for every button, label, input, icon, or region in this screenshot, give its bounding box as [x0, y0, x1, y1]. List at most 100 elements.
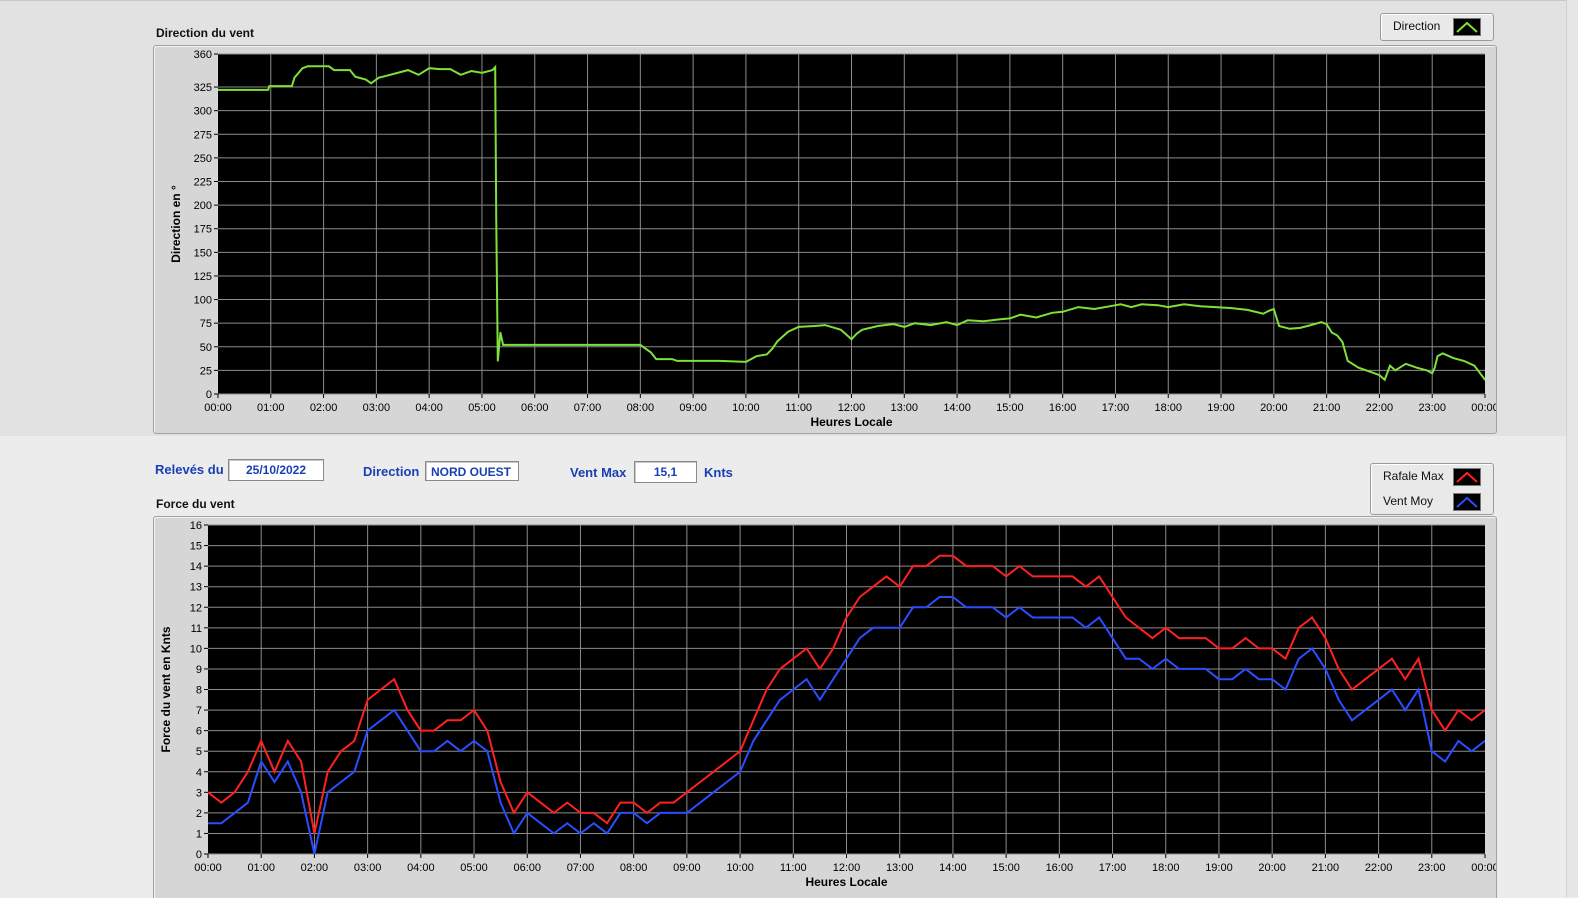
frc-xtick-label-9: 09:00: [673, 862, 701, 874]
frc-point-rafale-max-7: [300, 760, 302, 763]
frc-point-rafale-max-83: [1311, 616, 1313, 619]
frc-point-rafale-max-63: [1045, 575, 1047, 578]
frc-point-vent-moy-13: [380, 719, 382, 722]
dir-point-direction-56: [914, 322, 916, 325]
frc-point-rafale-max-58: [978, 565, 981, 567]
frc-point-vent-moy-80: [1271, 678, 1273, 680]
date-field[interactable]: 25/10/2022: [228, 459, 324, 481]
dir-point-direction-76: [1183, 303, 1185, 306]
dir-xtick-label-19: 19:00: [1207, 402, 1235, 414]
dir-point-direction-46: [797, 326, 800, 328]
frc-point-vent-moy-77: [1231, 678, 1234, 680]
frc-point-vent-moy-94: [1457, 740, 1460, 742]
dir-point-direction-95: [1368, 370, 1370, 373]
dir-point-direction-49: [840, 329, 842, 331]
frc-point-rafale-max-85: [1337, 668, 1340, 670]
direction-y-axis-title: Direction en °: [169, 185, 183, 263]
frc-xtick-label-23: 23:00: [1418, 862, 1446, 874]
frc-point-vent-moy-83: [1311, 647, 1313, 650]
dir-ytick-label-2: 50: [200, 342, 212, 354]
frc-point-rafale-max-93: [1444, 729, 1446, 732]
frc-point-rafale-max-6: [287, 740, 289, 742]
frc-point-rafale-max-25: [539, 801, 542, 804]
frc-point-vent-moy-4: [260, 760, 262, 763]
frc-point-rafale-max-82: [1298, 627, 1300, 629]
frc-point-rafale-max-74: [1191, 637, 1194, 639]
frc-ytick-label-10: 10: [190, 643, 202, 655]
vent-max-field[interactable]: 15,1: [634, 461, 697, 483]
dir-point-direction-18: [428, 67, 431, 69]
dir-point-direction-13: [378, 76, 380, 79]
legend-item-vent-moy[interactable]: Vent Moy: [1371, 489, 1493, 513]
dir-point-direction-12: [370, 82, 372, 85]
frc-point-vent-moy-28: [579, 832, 582, 835]
frc-point-rafale-max-22: [499, 781, 502, 783]
dir-xtick-label-22: 22:00: [1366, 402, 1394, 414]
dir-point-direction-72: [1130, 306, 1133, 308]
frc-point-vent-moy-9: [326, 791, 329, 794]
frc-point-vent-moy-81: [1284, 688, 1287, 691]
dir-xtick-label-1: 01:00: [257, 402, 285, 414]
force-legend[interactable]: Rafale Max Vent Moy: [1370, 463, 1494, 515]
frc-xtick-label-11: 11:00: [780, 862, 807, 874]
frc-ytick-label-4: 4: [196, 767, 202, 779]
frc-xtick-label-1: 01:00: [247, 862, 275, 874]
dir-point-direction-78: [1215, 306, 1217, 308]
frc-point-rafale-max-94: [1457, 709, 1460, 711]
dir-point-direction-25: [494, 66, 497, 68]
frc-point-rafale-max-31: [619, 801, 622, 804]
frc-point-rafale-max-57: [965, 565, 967, 567]
frc-point-rafale-max-79: [1258, 647, 1260, 650]
frc-point-vent-moy-50: [872, 627, 874, 629]
dir-point-direction-109: [1473, 364, 1476, 367]
frc-point-vent-moy-55: [938, 596, 941, 598]
frc-point-vent-moy-18: [446, 740, 449, 742]
dir-xtick-label-17: 17:00: [1102, 402, 1130, 414]
dir-point-direction-63: [1009, 317, 1011, 320]
dir-ytick-label-9: 225: [194, 177, 212, 189]
dir-point-direction-105: [1436, 355, 1439, 358]
frc-point-rafale-max-12: [366, 699, 369, 701]
frc-point-vent-moy-84: [1324, 668, 1327, 670]
frc-point-vent-moy-91: [1417, 688, 1420, 691]
frc-ytick-label-7: 7: [196, 705, 202, 717]
dir-xtick-label-2: 02:00: [310, 402, 338, 414]
frc-point-vent-moy-19: [459, 750, 462, 752]
direction-field[interactable]: NORD OUEST: [425, 461, 519, 481]
dir-point-direction-51: [856, 332, 858, 335]
frc-point-vent-moy-96: [1484, 740, 1485, 742]
date-label: Relevés du: [155, 462, 224, 477]
force-x-axis-title: Heures Locale: [805, 875, 887, 889]
frc-point-vent-moy-29: [593, 822, 595, 824]
direction-legend[interactable]: Direction: [1380, 13, 1494, 41]
legend-item-direction[interactable]: Direction: [1381, 14, 1493, 38]
frc-ytick-label-9: 9: [196, 664, 202, 676]
frc-ytick-label-16: 16: [190, 520, 202, 532]
frc-point-rafale-max-26: [553, 812, 555, 814]
dir-point-direction-90: [1331, 331, 1333, 334]
frc-point-rafale-max-8: [313, 832, 316, 835]
frc-point-vent-moy-71: [1151, 668, 1154, 670]
frc-point-vent-moy-62: [1031, 616, 1034, 619]
frc-point-vent-moy-20: [473, 740, 475, 742]
frc-point-vent-moy-90: [1404, 709, 1406, 711]
frc-point-vent-moy-41: [752, 740, 755, 742]
frc-ytick-label-3: 3: [196, 787, 202, 799]
frc-point-rafale-max-35: [672, 801, 675, 804]
frc-point-rafale-max-27: [566, 801, 568, 804]
dir-xtick-label-23: 23:00: [1418, 402, 1446, 414]
frc-point-vent-moy-11: [353, 771, 356, 773]
dir-point-direction-93: [1346, 360, 1349, 362]
dir-point-direction-80: [1246, 309, 1249, 311]
frc-point-rafale-max-28: [579, 812, 582, 814]
frc-point-rafale-max-87: [1364, 678, 1367, 680]
dir-point-direction-82: [1267, 310, 1270, 312]
direction-y-ticks: 0 25 50 75 100 125 150 175 200 225 250 275 300 325 360: [194, 49, 218, 401]
legend-item-rafale-max[interactable]: Rafale Max: [1371, 464, 1493, 488]
dir-point-direction-47: [813, 325, 816, 327]
dir-point-direction-88: [1320, 321, 1323, 324]
dir-point-direction-23: [481, 72, 483, 74]
dir-point-direction-3: [291, 85, 293, 87]
frc-point-vent-moy-69: [1125, 657, 1127, 660]
dir-point-direction-103: [1431, 372, 1433, 375]
